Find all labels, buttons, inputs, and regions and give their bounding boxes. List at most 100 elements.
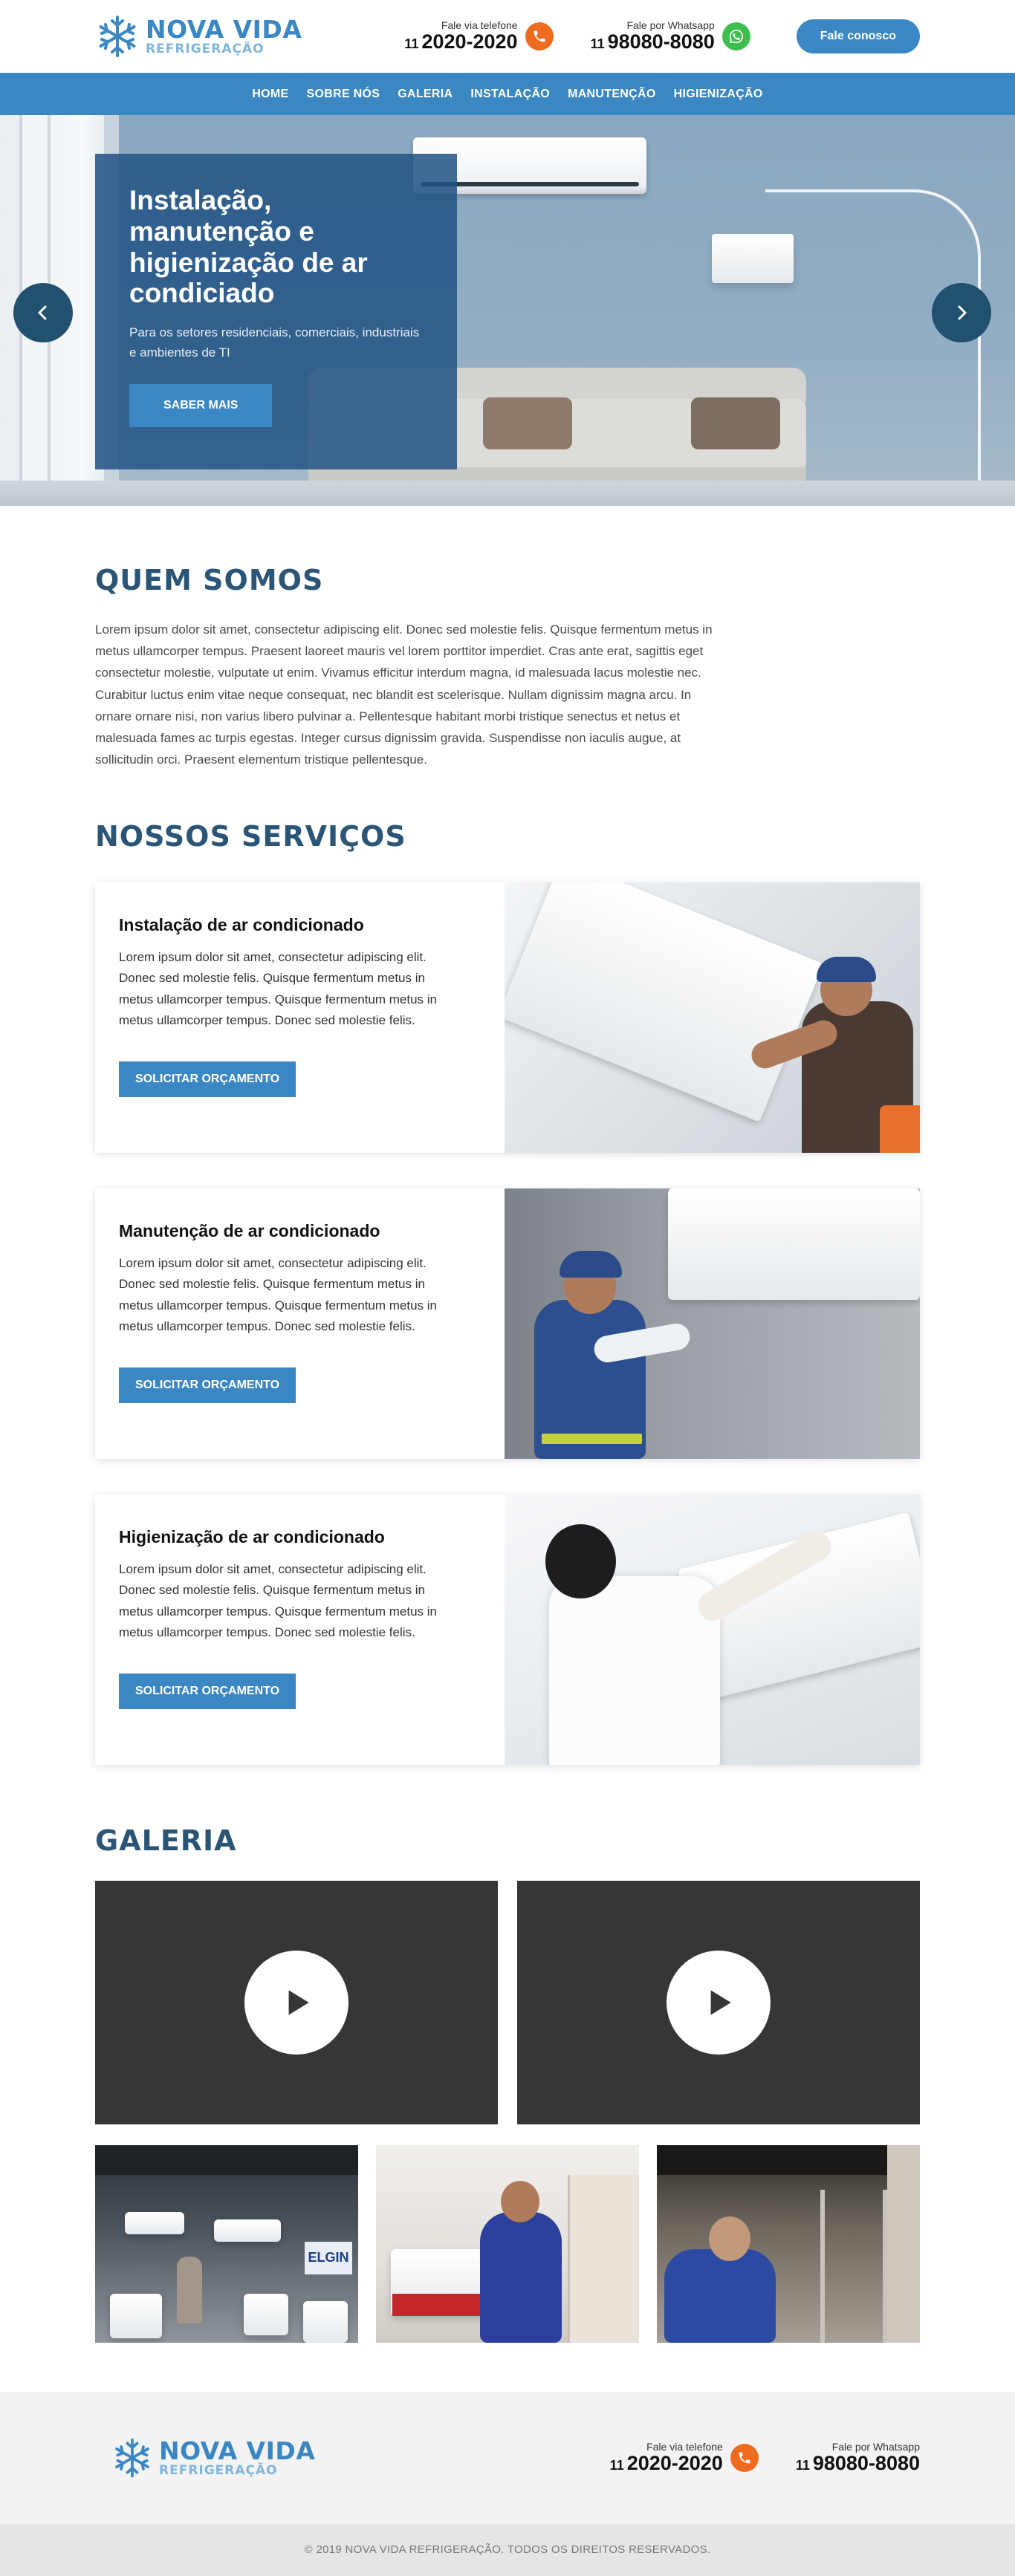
quem-somos-section: QUEM SOMOS Lorem ipsum dolor sit amet, c…: [0, 506, 1015, 771]
photo-box: [392, 2293, 481, 2316]
arrow-right-icon: [958, 305, 967, 320]
phone-contact[interactable]: Fale via telefone 11 2020-2020: [404, 19, 554, 53]
phone-ddd: 11: [404, 36, 419, 52]
phone-icon[interactable]: [525, 22, 554, 51]
service-image-manutencao: [505, 1188, 920, 1459]
nav-item-manutencao[interactable]: MANUTENÇÃO: [568, 88, 656, 101]
solicitar-orcamento-button[interactable]: SOLICITAR ORÇAMENTO: [119, 1367, 296, 1403]
phone-label: Fale via telefone: [646, 2440, 723, 2453]
service-text: Lorem ipsum dolor sit amet, consectetur …: [119, 1255, 438, 1334]
image-ac-unit: [668, 1188, 920, 1300]
servicos-title: NOSSOS SERVIÇOS: [95, 819, 406, 853]
gallery-photo[interactable]: ELGIN: [95, 2144, 358, 2343]
photo-person: [480, 2211, 562, 2343]
servicos-section: NOSSOS SERVIÇOS Instalação de ar condici…: [0, 771, 1015, 1765]
play-button[interactable]: [667, 1950, 771, 2055]
service-text: Lorem ipsum dolor sit amet, consectetur …: [119, 949, 438, 1028]
service-title: Instalação de ar condicionado: [119, 914, 364, 934]
image-person-vest: [880, 1105, 920, 1153]
phone-icon[interactable]: [730, 2443, 759, 2472]
photo-ladder: [820, 2189, 887, 2343]
play-icon: [288, 1989, 309, 2015]
video-list: [95, 1880, 920, 2124]
photo-banner: [568, 2174, 639, 2343]
brand-subtitle: REFRIGERAÇÃO: [159, 2462, 278, 2478]
whatsapp-ddd: 11: [590, 36, 605, 52]
photo-person: [177, 2256, 202, 2323]
snowflake-icon: [115, 2438, 149, 2477]
whatsapp-label: Fale por Whatsapp: [626, 19, 715, 32]
whatsapp-number: 98080-8080: [812, 2451, 920, 2474]
hero-lamp-shade: [712, 234, 794, 283]
whatsapp-label: Fale por Whatsapp: [831, 2440, 920, 2453]
hero-title: Instalação, manutenção e higienização de…: [129, 185, 368, 309]
galeria-section: GALERIA ELGIN: [0, 1765, 1015, 2343]
nav-item-higienizacao[interactable]: HIGIENIZAÇÃO: [674, 88, 763, 101]
nav-item-instalacao[interactable]: INSTALAÇÃO: [470, 88, 550, 101]
image-person-cap: [817, 956, 876, 982]
play-button[interactable]: [244, 1950, 348, 2055]
whatsapp-contact[interactable]: Fale por Whatsapp 11 98080-8080: [796, 2441, 920, 2475]
photo-person-head: [501, 2180, 539, 2222]
phone-ddd: 11: [609, 2457, 624, 2473]
arrow-left-icon: [38, 305, 47, 320]
slider-next-button[interactable]: [932, 283, 991, 342]
hero-card: Instalação, manutenção e higienização de…: [95, 154, 457, 469]
hero-subtitle: Para os setores residenciais, comerciais…: [129, 325, 420, 360]
video-player[interactable]: [95, 1880, 498, 2124]
footer-contact: Fale via telefone 11 2020-2020 Fale por W…: [573, 2441, 920, 2475]
service-card-manutencao: Manutenção de ar condicionado Lorem ipsu…: [95, 1188, 920, 1459]
photo-person: [664, 2248, 776, 2343]
main-nav: HOME SOBRE NÓS GALERIA INSTALAÇÃO MANUTE…: [0, 73, 1015, 115]
phone-number: 2020-2020: [626, 2451, 723, 2474]
photo-ac-unit: [214, 2219, 281, 2242]
quem-somos-text: Lorem ipsum dolor sit amet, consectetur …: [95, 622, 713, 767]
hero-pillow: [483, 397, 572, 449]
photo-ac-unit: [125, 2211, 184, 2234]
video-player[interactable]: [517, 1880, 920, 2124]
service-card-higienizacao: Higienização de ar condicionado Lorem ip…: [95, 1494, 920, 1765]
footer-logo[interactable]: NOVA VIDA REFRIGERAÇÃO: [111, 2437, 315, 2479]
service-card-instalacao: Instalação de ar condicionado Lorem ipsu…: [95, 882, 920, 1153]
phone-contact[interactable]: Fale via telefone 11 2020-2020: [610, 2441, 759, 2475]
nav-item-home[interactable]: HOME: [252, 88, 288, 101]
photo-ac-unit: [244, 2293, 288, 2335]
photo-sign: ELGIN: [305, 2241, 352, 2274]
brand-name: NOVA VIDA: [146, 15, 302, 44]
photo-ac-unit: [303, 2300, 348, 2343]
service-title: Manutenção de ar condicionado: [119, 1220, 380, 1240]
photo-ceiling: [657, 2144, 920, 2175]
service-image-instalacao: [505, 882, 920, 1153]
whatsapp-ddd: 11: [795, 2457, 810, 2473]
footer-main: NOVA VIDA REFRIGERAÇÃO Fale via telefone…: [0, 2391, 1015, 2524]
hero-slider: Instalação, manutenção e higienização de…: [0, 115, 1015, 506]
solicitar-orcamento-button[interactable]: SOLICITAR ORÇAMENTO: [119, 1673, 296, 1709]
solicitar-orcamento-button[interactable]: SOLICITAR ORÇAMENTO: [119, 1061, 296, 1097]
logo[interactable]: NOVA VIDA REFRIGERAÇÃO: [95, 14, 302, 59]
brand-subtitle: REFRIGERAÇÃO: [146, 42, 265, 56]
photo-ceiling: [95, 2144, 358, 2175]
gallery-photo[interactable]: [657, 2144, 920, 2343]
photo-person-head: [709, 2216, 750, 2261]
whatsapp-contact[interactable]: Fale por Whatsapp 11 98080-8080: [591, 19, 750, 53]
image-ac-unit: [505, 882, 824, 1122]
photo-wall: [887, 2144, 920, 2343]
image-person-cap: [560, 1250, 622, 1278]
site-header: NOVA VIDA REFRIGERAÇÃO Fale via telefone…: [0, 0, 1015, 115]
phone-number: 2020-2020: [421, 30, 518, 53]
site-footer: NOVA VIDA REFRIGERAÇÃO Fale via telefone…: [0, 2391, 1015, 2576]
nav-item-sobre[interactable]: SOBRE NÓS: [307, 88, 380, 101]
contact-button[interactable]: Fale conosco: [796, 19, 920, 53]
phone-label: Fale via telefone: [441, 19, 518, 32]
whatsapp-icon[interactable]: [721, 22, 750, 51]
service-image-higienizacao: [505, 1494, 920, 1765]
gallery-photo[interactable]: [376, 2144, 639, 2343]
saber-mais-button[interactable]: SABER MAIS: [129, 383, 273, 427]
service-title: Higienização de ar condicionado: [119, 1526, 385, 1546]
nav-item-galeria[interactable]: GALERIA: [398, 88, 453, 101]
quem-somos-title: QUEM SOMOS: [95, 564, 324, 596]
photo-gallery: ELGIN: [95, 2144, 920, 2343]
hero-pillow: [691, 397, 780, 449]
image-person-head: [545, 1523, 616, 1598]
slider-prev-button[interactable]: [13, 283, 73, 342]
